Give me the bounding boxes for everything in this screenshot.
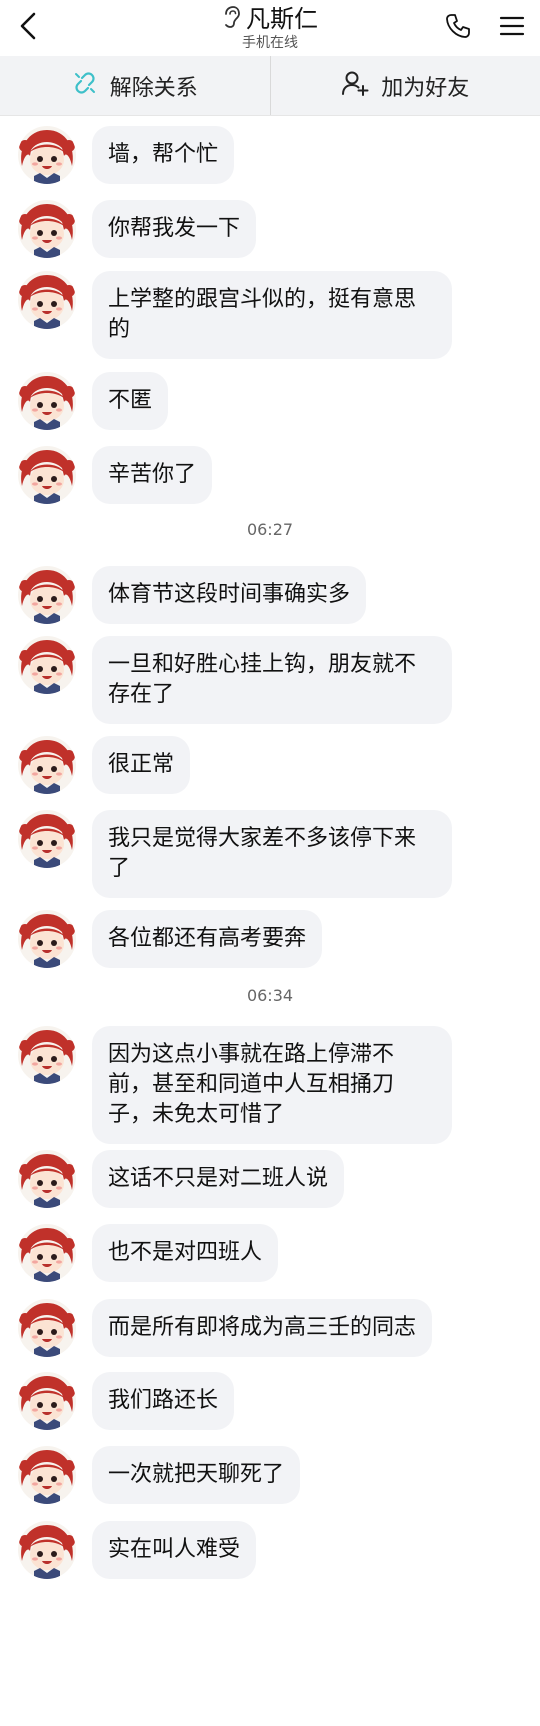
avatar[interactable]: [18, 1150, 76, 1208]
avatar[interactable]: [18, 810, 76, 868]
avatar[interactable]: [18, 126, 76, 184]
top-bar: 凡斯仁 手机在线: [0, 0, 540, 56]
message-bubble[interactable]: 实在叫人难受: [92, 1521, 257, 1579]
message-bubble[interactable]: 你帮我发一下: [92, 200, 257, 258]
menu-button[interactable]: [494, 10, 530, 46]
message-bubble[interactable]: 这话不只是对二班人说: [92, 1150, 345, 1208]
menu-icon: [499, 15, 525, 41]
avatar[interactable]: [18, 1224, 76, 1282]
timestamp: 06:27: [246, 520, 294, 539]
message-bubble[interactable]: 很正常: [92, 736, 191, 794]
message-bubble[interactable]: 也不是对四班人: [92, 1224, 279, 1282]
avatar[interactable]: [18, 200, 76, 258]
avatar[interactable]: [18, 1521, 76, 1579]
message-bubble[interactable]: 而是所有即将成为高三壬的同志: [92, 1299, 433, 1357]
chat-area[interactable]: 墙，帮个忙 你帮我发一下 上学整的跟宫斗似的，挺有意思的 不匿 辛苦你了 06:…: [0, 116, 540, 1726]
message-bubble[interactable]: 体育节这段时间事确实多: [92, 566, 367, 624]
online-status: 手机在线: [242, 34, 298, 51]
back-button[interactable]: [10, 8, 46, 48]
avatar[interactable]: [18, 736, 76, 794]
message-bubble[interactable]: 各位都还有高考要奔: [92, 910, 323, 968]
broken-link-icon: [72, 70, 98, 102]
add-user-icon: [341, 70, 369, 102]
timestamp: 06:34: [246, 986, 294, 1005]
call-button[interactable]: [440, 10, 476, 46]
unbind-label: 解除关系: [109, 75, 198, 101]
avatar[interactable]: [18, 446, 76, 504]
message-bubble[interactable]: 我只是觉得大家差不多该停下来了: [92, 810, 452, 898]
avatar[interactable]: [18, 910, 76, 968]
avatar[interactable]: [18, 1372, 76, 1430]
message-bubble[interactable]: 辛苦你了: [92, 446, 213, 504]
message-bubble[interactable]: 一旦和好胜心挂上钩，朋友就不存在了: [92, 636, 452, 724]
relation-action-bar: 解除关系 加为好友: [0, 56, 540, 116]
avatar[interactable]: [18, 1299, 76, 1357]
ear-icon: [222, 5, 240, 33]
message-bubble[interactable]: 墙，帮个忙: [92, 126, 235, 184]
unbind-button[interactable]: 解除关系: [0, 56, 270, 115]
avatar[interactable]: [18, 1026, 76, 1084]
title-row: 凡斯仁: [222, 5, 318, 33]
add-friend-button[interactable]: 加为好友: [271, 56, 540, 115]
message-bubble[interactable]: 我们路还长: [92, 1372, 235, 1430]
message-bubble[interactable]: 不匿: [92, 372, 169, 430]
avatar[interactable]: [18, 636, 76, 694]
message-bubble[interactable]: 一次就把天聊死了: [92, 1446, 301, 1504]
message-bubble[interactable]: 上学整的跟宫斗似的，挺有意思的: [92, 271, 452, 359]
avatar[interactable]: [18, 566, 76, 624]
phone-icon: [445, 13, 471, 43]
avatar[interactable]: [18, 271, 76, 329]
contact-name: 凡斯仁: [246, 4, 318, 33]
back-arrow-icon: [18, 12, 38, 44]
message-bubble[interactable]: 因为这点小事就在路上停滞不前，甚至和同道中人互相捅刀子，未免太可惜了: [92, 1026, 452, 1144]
avatar[interactable]: [18, 1446, 76, 1504]
add-friend-label: 加为好友: [381, 75, 470, 101]
avatar[interactable]: [18, 372, 76, 430]
